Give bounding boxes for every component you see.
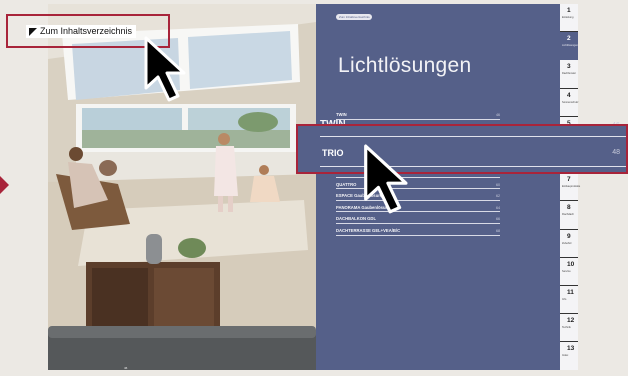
zoom-trio-page: 48	[612, 149, 620, 156]
tab-label: Service	[562, 269, 571, 273]
tab-number: 11	[567, 289, 574, 296]
chapter-tab-11[interactable]: 11 Info	[560, 286, 578, 315]
triangle-icon	[29, 27, 37, 36]
tab-label: Einbauprodukte	[562, 185, 581, 189]
tab-number: 8	[567, 204, 571, 212]
chapter-tab-7[interactable]: 7 Einbauprodukte	[560, 173, 581, 202]
tab-number: 10	[567, 260, 575, 268]
toc-item-twin[interactable]: TWIN 46	[336, 108, 500, 120]
chapter-tab-9[interactable]: 9 Zubehör	[560, 230, 578, 258]
tab-number: 4	[567, 91, 571, 99]
tab-label: Einleitung	[562, 16, 574, 19]
chapter-tab-4[interactable]: 4 Sonnenschutz	[560, 89, 578, 117]
page-title: Lichtlösungen	[338, 54, 472, 77]
toc-item-trio-highlight[interactable]: TRIO 48	[296, 124, 628, 174]
tab-label: Technik	[562, 326, 571, 330]
toc-pill-link[interactable]: Zum Inhaltsverzeichnis	[336, 14, 372, 20]
tab-number: 2	[567, 35, 571, 43]
tab-label: Zubehör	[562, 241, 572, 245]
toc-item-label: TWIN	[336, 112, 347, 117]
chapter-tab-3[interactable]: 3 Dachfenster	[560, 60, 578, 89]
chapter-tab-2[interactable]: 2 Lichtlösungen	[560, 32, 579, 61]
tab-label: Lichtlösungen	[562, 44, 579, 48]
tab-number: 1	[567, 7, 571, 14]
toc-item-page: 68	[496, 228, 500, 233]
toc-item-dachterrasse[interactable]: DACHTERRASSE GEL+VEA/B/C 68	[336, 224, 500, 236]
tab-label: Dachfenster	[562, 72, 576, 76]
tab-label: Sonnenschutz	[562, 100, 579, 104]
tab-label: Info	[562, 298, 567, 301]
tab-number: 9	[567, 232, 571, 240]
tab-label: Index	[562, 354, 569, 358]
toc-item-label: QUATTRO	[336, 181, 357, 187]
toc-item-label: DACHBALKON GDL	[336, 216, 377, 222]
viewer-stage: 46 Zum Inhaltsverzeichnis Lichtlösungen …	[0, 0, 628, 376]
chapter-tab-12[interactable]: 12 Technik	[560, 314, 578, 343]
chapter-tab-10[interactable]: 10 Service	[560, 258, 578, 286]
back-to-toc-link[interactable]: Zum Inhaltsverzeichnis	[26, 25, 137, 38]
tab-number: 13	[567, 345, 575, 353]
chapter-tab-13[interactable]: 13 Index	[560, 342, 578, 370]
chapter-tab-8[interactable]: 8 Flachdach	[560, 201, 578, 230]
chapter-tabs: 1 Einleitung 2 Lichtlösungen 3 Dachfenster …	[560, 4, 581, 370]
chapter-tab-1[interactable]: 1 Einleitung	[560, 4, 578, 33]
mouse-cursor-icon	[144, 36, 186, 102]
mouse-cursor-icon	[364, 144, 408, 214]
back-link-label: Zum Inhaltsverzeichnis	[40, 26, 133, 36]
left-page-number: 46	[124, 366, 128, 370]
zoom-trio-label: TRIO	[322, 148, 344, 158]
tab-number: 7	[567, 176, 571, 184]
divider	[320, 136, 626, 137]
tab-number: 3	[567, 63, 571, 71]
previous-page-arrow-icon[interactable]	[0, 176, 9, 194]
toc-page: Zum Inhaltsverzeichnis Lichtlösungen TWI…	[316, 4, 560, 370]
tab-label: Flachdach	[562, 213, 574, 217]
tab-number: 12	[567, 317, 575, 325]
toc-item-label: DACHTERRASSE GEL+VEA/B/C	[336, 227, 401, 233]
